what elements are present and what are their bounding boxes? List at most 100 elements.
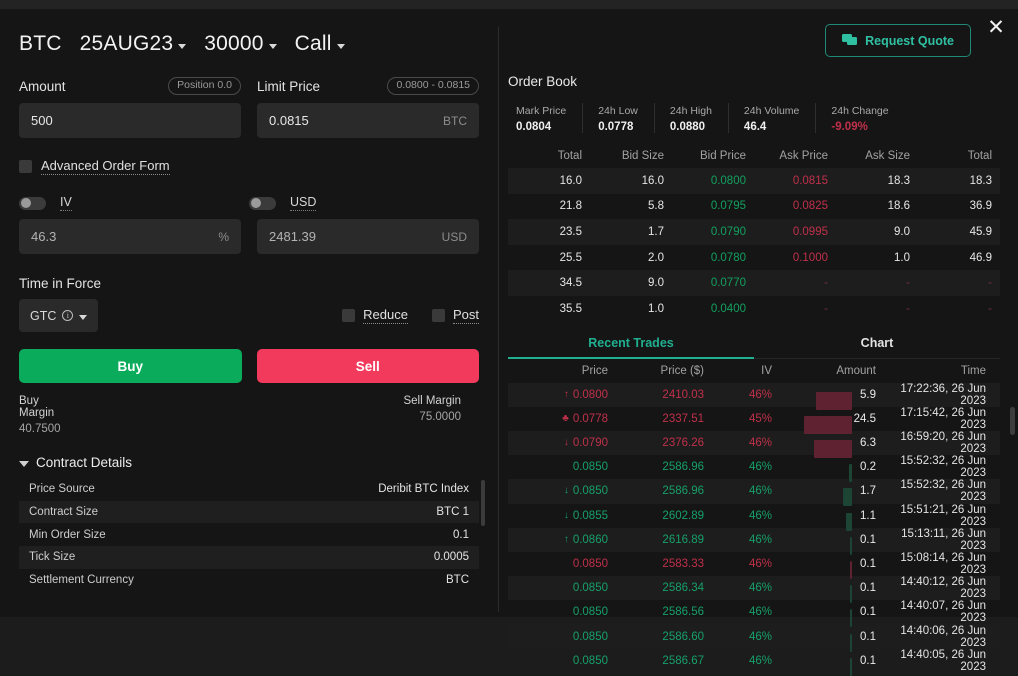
limit-range-badge: 0.0800 - 0.0815 (387, 77, 479, 95)
recent-trade-row[interactable]: 0.08502583.3346%0.115:08:14, 26 Jun 2023 (508, 552, 1000, 576)
recent-trade-row[interactable]: ↓0.07902376.2646%6.316:59:20, 26 Jun 202… (508, 431, 1000, 455)
trade-price-value: 0.0850 (573, 582, 608, 594)
trade-price-cell: 0.0850 (508, 461, 616, 473)
info-icon[interactable]: i (62, 310, 73, 321)
recent-trade-row[interactable]: 0.08502586.6046%0.114:40:06, 26 Jun 2023 (508, 624, 1000, 648)
recent-trades-scrollbar[interactable] (1010, 407, 1015, 435)
option-type-selector[interactable]: Call (295, 32, 345, 56)
usd-unit: USD (442, 230, 467, 244)
market-stat-value: -9.09% (831, 121, 888, 133)
recent-trade-row[interactable]: 0.08502586.3446%0.114:40:12, 26 Jun 2023 (508, 576, 1000, 600)
recent-trade-row[interactable]: ↓0.08502586.9646%1.715:52:32, 26 Jun 202… (508, 479, 1000, 503)
trade-amount-value: 1.1 (860, 510, 876, 522)
time-in-force-select[interactable]: GTC i (19, 299, 98, 332)
bid-price-cell: 0.0795 (672, 200, 754, 212)
recent-trade-row[interactable]: ♣0.07782337.5145%24.517:15:42, 26 Jun 20… (508, 407, 1000, 431)
iv-toggle-switch[interactable] (19, 197, 46, 210)
bid-total-cell: 34.5 (508, 277, 590, 289)
bid-size-cell: 9.0 (590, 277, 672, 289)
arrow-up-icon: ↑ (564, 390, 569, 400)
block-trade-icon: ♣ (562, 414, 569, 424)
trade-usd-price-cell: 2376.26 (616, 437, 714, 449)
buy-margin-group: Buy Margin 40.7500 (19, 395, 65, 435)
recent-trades-column-header: Amount (778, 365, 886, 377)
advanced-order-form-toggle[interactable]: Advanced Order Form (19, 158, 479, 175)
order-book-body: 16.016.00.08000.081518.318.321.85.80.079… (508, 168, 1000, 322)
order-book-row[interactable]: 21.85.80.07950.082518.636.9 (508, 194, 1000, 220)
trade-time-cell: 15:08:14, 26 Jun 2023 (886, 552, 1000, 576)
contract-detail-row: Tick Size0.0005 (19, 546, 479, 569)
usd-value: 2481.39 (269, 229, 316, 244)
usd-toggle-group[interactable]: USD (249, 195, 479, 211)
iv-usd-inputs-row: 46.3 % 2481.39 USD (19, 215, 479, 254)
market-stat-label: 24h High (670, 105, 712, 117)
recent-trade-row[interactable]: ↑0.08602616.8946%0.115:13:11, 26 Jun 202… (508, 528, 1000, 552)
chevron-down-icon (19, 461, 29, 467)
market-stat: 24h Change-9.09% (815, 101, 904, 137)
trade-price-value: 0.0850 (573, 558, 608, 570)
buy-margin-label: Buy Margin (19, 395, 65, 419)
iv-input[interactable]: 46.3 % (19, 219, 241, 254)
expiry-selector[interactable]: 25AUG23 (80, 32, 187, 56)
trade-price-value: 0.0855 (573, 510, 608, 522)
trade-ticket-modal: BTC 25AUG23 30000 Call Amount Position 0… (0, 9, 1018, 617)
limit-price-input[interactable]: 0.0815 BTC (257, 103, 479, 138)
ask-total-cell: 45.9 (918, 226, 1000, 238)
order-book-row[interactable]: 16.016.00.08000.081518.318.3 (508, 168, 1000, 194)
trade-amount-cell: 1.1 (778, 510, 886, 522)
market-stat-value: 46.4 (744, 121, 799, 133)
order-book-row[interactable]: 35.51.00.0400--- (508, 296, 1000, 322)
order-book-header-row: TotalBid SizeBid PriceAsk PriceAsk SizeT… (508, 143, 1000, 168)
arrow-up-icon: ↑ (564, 535, 569, 545)
tab-chart[interactable]: Chart (754, 336, 1000, 359)
trade-volume-bar (850, 537, 852, 555)
order-book-row[interactable]: 23.51.70.07900.09959.045.9 (508, 219, 1000, 245)
trade-amount-cell: 0.2 (778, 461, 886, 473)
trade-time-cell: 15:52:32, 26 Jun 2023 (886, 455, 1000, 479)
bid-size-cell: 16.0 (590, 175, 672, 187)
strike-selector[interactable]: 30000 (204, 32, 276, 56)
usd-toggle-switch[interactable] (249, 197, 276, 210)
trade-amount-value: 0.1 (860, 631, 876, 643)
toggle-knob-icon (21, 198, 31, 208)
iv-toggle-group[interactable]: IV (19, 195, 249, 211)
order-book-table: TotalBid SizeBid PriceAsk PriceAsk SizeT… (508, 143, 1000, 322)
usd-input[interactable]: 2481.39 USD (257, 219, 479, 254)
chat-bubble-icon (842, 34, 857, 47)
request-quote-button[interactable]: Request Quote (825, 24, 971, 57)
time-in-force-row: GTC i Reduce Post (19, 299, 479, 332)
recent-trade-row[interactable]: ↑0.08002410.0346%5.917:22:36, 26 Jun 202… (508, 383, 1000, 407)
order-book-row[interactable]: 34.59.00.0770--- (508, 270, 1000, 296)
trade-amount-cell: 24.5 (778, 413, 886, 425)
trade-price-cell: ↓0.0855 (508, 510, 616, 522)
checkbox-icon[interactable] (342, 309, 355, 322)
recent-trade-row[interactable]: ↓0.08552602.8946%1.115:51:21, 26 Jun 202… (508, 504, 1000, 528)
request-quote-label: Request Quote (865, 34, 954, 48)
reduce-only-checkbox[interactable]: Reduce (342, 307, 408, 324)
tab-recent-trades[interactable]: Recent Trades (508, 336, 754, 359)
sell-button[interactable]: Sell (257, 349, 480, 383)
trade-price-cell: ↑0.0800 (508, 389, 616, 401)
trade-usd-price-cell: 2583.33 (616, 558, 714, 570)
contract-details-scrollbar[interactable] (481, 480, 485, 526)
recent-trade-row[interactable]: 0.08502586.6746%0.114:40:05, 26 Jun 2023 (508, 649, 1000, 673)
close-icon[interactable]: ✕ (984, 17, 1008, 41)
recent-trade-row[interactable]: 0.08502586.9646%0.215:52:32, 26 Jun 2023 (508, 455, 1000, 479)
checkbox-icon[interactable] (19, 160, 32, 173)
amount-input[interactable]: 500 (19, 103, 241, 138)
checkbox-icon[interactable] (432, 309, 445, 322)
trade-volume-bar (816, 392, 852, 410)
trade-price-cell: 0.0850 (508, 558, 616, 570)
trade-usd-price-cell: 2586.96 (616, 461, 714, 473)
market-stat: 24h Volume46.4 (728, 101, 815, 137)
underlying-label: BTC (19, 32, 62, 56)
amount-label: Amount (19, 79, 66, 94)
buy-button[interactable]: Buy (19, 349, 242, 383)
order-book-row[interactable]: 25.52.00.07800.10001.046.9 (508, 245, 1000, 271)
recent-trade-row[interactable]: 0.08502586.5646%0.114:40:07, 26 Jun 2023 (508, 600, 1000, 624)
ask-size-cell: 18.6 (836, 200, 918, 212)
post-only-checkbox[interactable]: Post (432, 307, 479, 324)
ask-total-cell: 46.9 (918, 252, 1000, 264)
contract-details-toggle[interactable]: Contract Details (19, 455, 479, 470)
trade-price-value: 0.0850 (573, 461, 608, 473)
